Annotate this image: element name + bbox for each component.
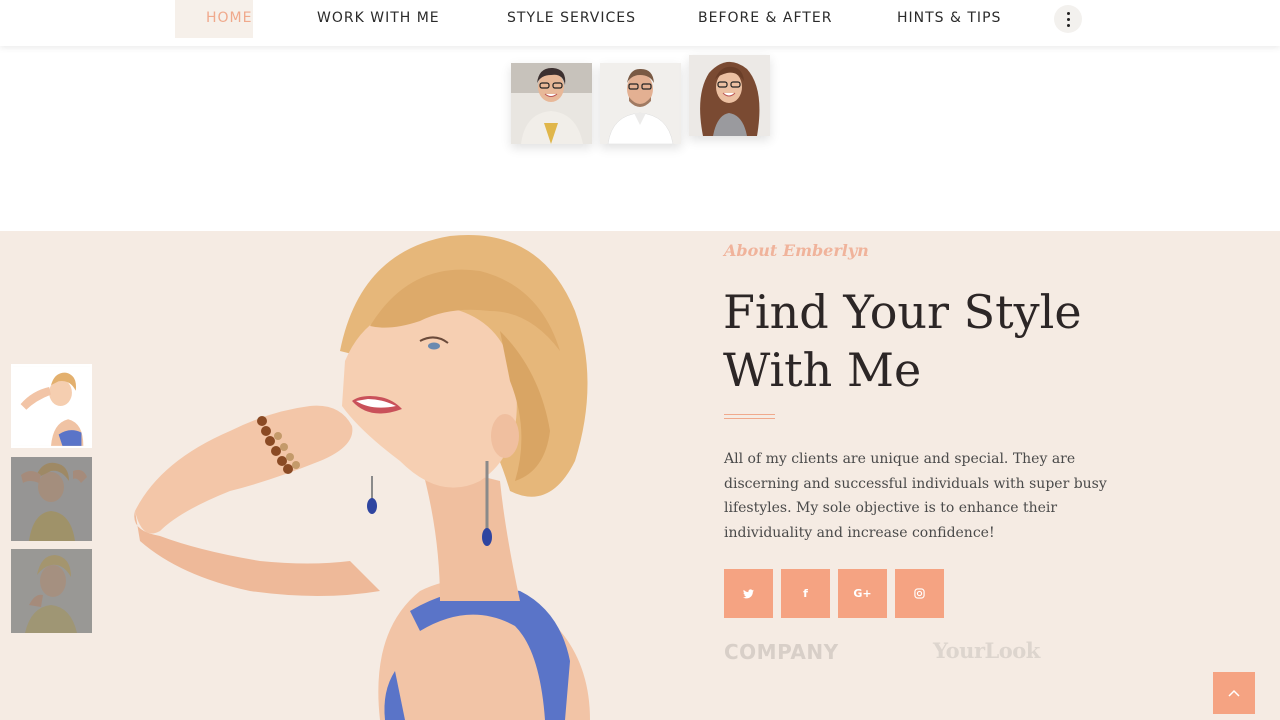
headline-divider <box>724 414 775 415</box>
instagram-button[interactable] <box>895 569 944 618</box>
facebook-icon: f <box>803 587 808 600</box>
more-menu-button[interactable] <box>1054 5 1082 33</box>
top-navigation: HOME WORK WITH ME STYLE SERVICES BEFORE … <box>0 0 1280 46</box>
twitter-icon <box>743 588 754 598</box>
woman-glasses-photo <box>511 63 592 144</box>
nav-item-home[interactable]: HOME <box>175 0 253 38</box>
twitter-button[interactable] <box>724 569 773 618</box>
slide-1 <box>13 366 90 446</box>
about-body-text: All of my clients are unique and special… <box>724 451 1107 541</box>
facebook-button[interactable]: f <box>781 569 830 618</box>
back-to-top-button[interactable] <box>1213 672 1255 714</box>
testimonial-thumb-man[interactable] <box>600 63 681 144</box>
headline-line-2: With Me <box>723 343 922 397</box>
testimonial-thumb-woman[interactable] <box>511 63 592 144</box>
about-kicker: About Emberlyn <box>724 241 869 260</box>
instagram-icon <box>914 588 925 599</box>
hero-woman-image <box>134 234 590 720</box>
testimonial-thumb-curly-woman[interactable] <box>689 55 770 136</box>
nav-item-work-with-me[interactable]: WORK WITH ME <box>317 0 440 38</box>
nav-item-style-services[interactable]: STYLE SERVICES <box>507 0 636 38</box>
man-glasses-photo <box>600 63 681 144</box>
google-plus-icon: G+ <box>853 587 872 600</box>
about-headline: Find Your Style With Me <box>723 283 1143 399</box>
company-logo: COMPANY <box>724 640 839 664</box>
headline-divider-lower <box>724 418 775 419</box>
google-plus-button[interactable]: G+ <box>838 569 887 618</box>
slide-2 <box>11 457 92 541</box>
slide-thumb-2[interactable] <box>11 457 92 541</box>
chevron-up-icon <box>1228 689 1240 697</box>
yourlook-logo: YourLook <box>933 638 1040 663</box>
curly-hair-woman-photo <box>689 55 770 136</box>
slide-thumb-1[interactable] <box>11 364 92 448</box>
slide-thumb-3[interactable] <box>11 549 92 633</box>
vertical-dots-icon <box>1066 10 1070 28</box>
nav-item-hints-tips[interactable]: HINTS & TIPS <box>897 0 1001 38</box>
nav-item-before-after[interactable]: BEFORE & AFTER <box>698 0 832 38</box>
headline-line-1: Find Your Style <box>723 285 1082 339</box>
slide-3 <box>11 549 92 633</box>
